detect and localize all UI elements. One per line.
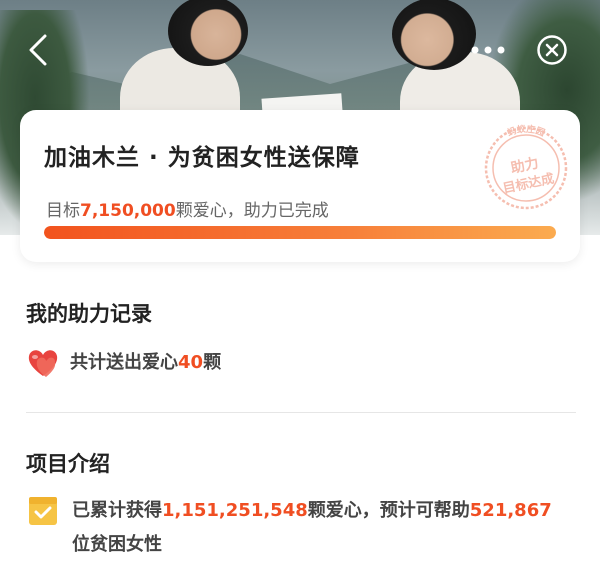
intro-prefix: 已累计获得 [72, 500, 162, 521]
record-suffix: 颗 [203, 352, 222, 373]
goal-suffix: 颗爱心，助力已完成 [175, 201, 329, 221]
progress-bar [44, 226, 556, 239]
progress-bar-fill [44, 226, 556, 239]
heart-icon [28, 350, 58, 377]
intro-row: 已累计获得1,151,251,548颗爱心，预计可帮助521,867 位贫困女性 [26, 494, 576, 562]
close-button[interactable] [532, 30, 572, 70]
record-count: 40 [178, 352, 204, 373]
goal-value: 7,150,000 [80, 201, 176, 221]
back-button[interactable] [18, 30, 58, 70]
more-dots-icon [471, 46, 505, 54]
stamp-line-1: 助力 [509, 154, 540, 176]
project-goal: 目标7,150,000颗爱心，助力已完成 [46, 196, 329, 221]
close-circle-icon [537, 35, 567, 65]
project-title: 加油木兰 · 为贫困女性送保障 [44, 145, 360, 171]
svg-text:蚂蚁庄园: 蚂蚁庄园 [505, 123, 546, 139]
goal-achieved-stamp: 蚂蚁庄园 助力 目标达成 [484, 123, 568, 210]
intro-title: 项目介绍 [26, 452, 110, 476]
checkbox-badge-icon [29, 497, 57, 525]
intro-suffix: 位贫困女性 [72, 534, 162, 555]
stamp-top-text: 蚂蚁庄园 [505, 123, 546, 139]
record-prefix: 共计送出爱心 [70, 352, 178, 373]
intro-mid: 颗爱心，预计可帮助 [307, 500, 470, 521]
intro-text: 已累计获得1,151,251,548颗爱心，预计可帮助521,867 位贫困女性 [72, 494, 552, 562]
intro-people: 521,867 [469, 500, 552, 521]
project-card: 加油木兰 · 为贫困女性送保障 蚂蚁庄园 助力 目标达成 目标7,150,000… [20, 110, 580, 262]
chevron-left-icon [29, 34, 47, 66]
section-divider [26, 412, 576, 413]
my-record-title: 我的助力记录 [26, 302, 152, 326]
my-record-row: 共计送出爱心40颗 [26, 346, 221, 380]
my-record-text: 共计送出爱心40颗 [70, 346, 221, 380]
intro-hearts: 1,151,251,548 [162, 500, 308, 521]
more-button[interactable] [464, 30, 512, 70]
goal-prefix: 目标 [46, 201, 80, 221]
